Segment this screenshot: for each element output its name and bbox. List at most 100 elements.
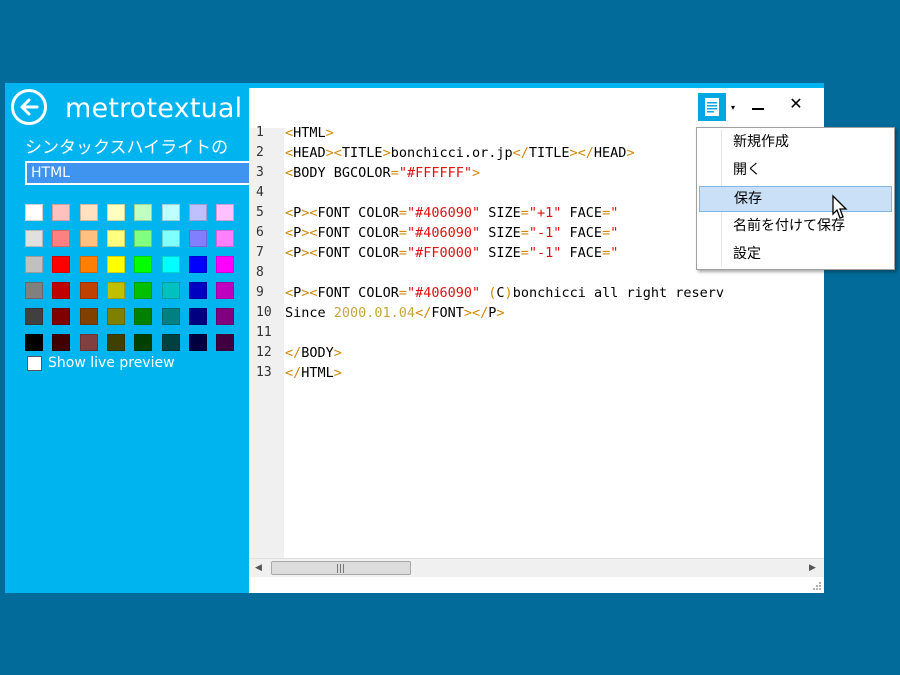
code-token: > xyxy=(325,125,334,141)
code-token: SIZE xyxy=(480,205,521,221)
code-line[interactable]: <P><FONT COLOR="#FF0000" SIZE="-1" FACE=… xyxy=(285,243,618,263)
menu-item[interactable]: 名前を付けて保存 xyxy=(699,214,892,240)
color-swatch[interactable] xyxy=(188,308,207,325)
menu-item[interactable]: 設定 xyxy=(699,242,892,268)
color-swatch[interactable] xyxy=(134,230,153,247)
color-swatch[interactable] xyxy=(216,230,235,247)
line-number: 9 xyxy=(256,285,264,300)
code-token: "#406090" xyxy=(406,285,481,301)
color-swatch[interactable] xyxy=(216,204,235,221)
code-token: </ xyxy=(285,345,302,361)
code-line[interactable]: <P><FONT COLOR="#406090" SIZE="+1" FACE=… xyxy=(285,203,618,223)
color-swatch[interactable] xyxy=(79,334,98,351)
code-token: >< xyxy=(301,205,318,221)
line-number: 3 xyxy=(256,165,264,180)
color-swatch[interactable] xyxy=(188,334,207,351)
color-swatch[interactable] xyxy=(106,282,125,299)
section-title: シンタックスハイライトの xyxy=(25,138,229,158)
color-swatch[interactable] xyxy=(161,282,180,299)
color-swatch[interactable] xyxy=(216,334,235,351)
color-swatch[interactable] xyxy=(188,230,207,247)
line-number: 10 xyxy=(256,305,272,320)
color-swatch[interactable] xyxy=(52,204,71,221)
color-swatch[interactable] xyxy=(188,256,207,273)
live-preview-label: Show live preview xyxy=(48,355,175,371)
close-button[interactable]: ✕ xyxy=(781,93,811,121)
code-token: = xyxy=(520,225,529,241)
color-swatch[interactable] xyxy=(106,334,125,351)
color-swatch[interactable] xyxy=(188,282,207,299)
color-swatch[interactable] xyxy=(161,230,180,247)
code-token: = xyxy=(398,285,407,301)
color-swatch[interactable] xyxy=(161,256,180,273)
live-preview-checkbox[interactable] xyxy=(27,356,42,371)
color-swatch[interactable] xyxy=(134,308,153,325)
color-swatch[interactable] xyxy=(134,334,153,351)
color-swatch[interactable] xyxy=(52,334,71,351)
color-swatch[interactable] xyxy=(216,282,235,299)
code-token: > xyxy=(333,365,342,381)
arrow-left-icon xyxy=(20,98,39,116)
color-swatch[interactable] xyxy=(52,256,71,273)
color-swatch[interactable] xyxy=(79,256,98,273)
code-line[interactable]: <P><FONT COLOR="#406090" SIZE="-1" FACE=… xyxy=(285,223,618,243)
minimize-button[interactable] xyxy=(744,93,774,121)
file-menu-button[interactable] xyxy=(698,93,726,121)
color-swatch[interactable] xyxy=(134,282,153,299)
color-swatch[interactable] xyxy=(106,230,125,247)
language-select[interactable]: HTML xyxy=(25,161,249,185)
color-swatch[interactable] xyxy=(79,282,98,299)
color-swatch[interactable] xyxy=(106,256,125,273)
color-swatch[interactable] xyxy=(106,308,125,325)
back-button[interactable] xyxy=(11,89,47,125)
scroll-thumb[interactable]: ||| xyxy=(271,561,411,575)
menu-item[interactable]: 新規作成 xyxy=(699,130,892,156)
code-line[interactable]: </HTML> xyxy=(285,363,342,383)
code-token: " xyxy=(610,225,619,241)
scroll-right-icon[interactable]: ▶ xyxy=(809,563,816,573)
horizontal-scrollbar[interactable]: ◀ ||| ▶ xyxy=(249,558,824,577)
color-swatch[interactable] xyxy=(25,256,43,273)
color-swatch[interactable] xyxy=(188,204,207,221)
resize-grip-icon[interactable] xyxy=(812,581,822,591)
code-line[interactable]: </BODY> xyxy=(285,343,342,363)
code-token: = xyxy=(602,245,611,261)
color-swatch[interactable] xyxy=(25,282,43,299)
color-swatch[interactable] xyxy=(25,334,43,351)
color-swatch[interactable] xyxy=(52,308,71,325)
color-swatch[interactable] xyxy=(161,334,180,351)
code-token: BODY BGCOLOR xyxy=(293,165,391,181)
menu-item[interactable]: 保存 xyxy=(699,186,892,212)
dropdown-arrow-icon[interactable]: ▾ xyxy=(731,103,735,112)
code-token: FONT COLOR xyxy=(317,225,399,241)
menu-item[interactable]: 開く xyxy=(699,158,892,184)
code-line[interactable]: <BODY BGCOLOR="#FFFFFF"> xyxy=(285,163,480,183)
code-line[interactable]: <HTML> xyxy=(285,123,334,143)
color-swatch[interactable] xyxy=(52,282,71,299)
code-token: BODY xyxy=(301,345,334,361)
code-token: = xyxy=(398,225,407,241)
color-swatch[interactable] xyxy=(52,230,71,247)
color-swatch[interactable] xyxy=(134,256,153,273)
code-line[interactable]: <HEAD><TITLE>bonchicci.or.jp</TITLE></HE… xyxy=(285,143,635,163)
code-token: = xyxy=(520,245,529,261)
color-swatch[interactable] xyxy=(25,204,43,221)
color-swatch[interactable] xyxy=(79,308,98,325)
color-swatch[interactable] xyxy=(216,256,235,273)
color-swatch[interactable] xyxy=(79,204,98,221)
code-line[interactable]: Since 2000.01.04</FONT></P> xyxy=(285,303,505,323)
color-swatch[interactable] xyxy=(79,230,98,247)
code-line[interactable]: <P><FONT COLOR="#406090" (C)bonchicci al… xyxy=(285,283,724,303)
color-swatch[interactable] xyxy=(161,204,180,221)
code-token: "#FF0000" xyxy=(406,245,481,261)
color-swatch[interactable] xyxy=(134,204,153,221)
code-token: FONT xyxy=(431,305,464,321)
color-swatch[interactable] xyxy=(106,204,125,221)
color-swatch[interactable] xyxy=(25,308,43,325)
color-swatch[interactable] xyxy=(216,308,235,325)
scroll-left-icon[interactable]: ◀ xyxy=(255,563,262,573)
color-swatch[interactable] xyxy=(161,308,180,325)
code-token: > xyxy=(496,305,505,321)
code-token: Since xyxy=(285,305,334,321)
color-swatch[interactable] xyxy=(25,230,43,247)
